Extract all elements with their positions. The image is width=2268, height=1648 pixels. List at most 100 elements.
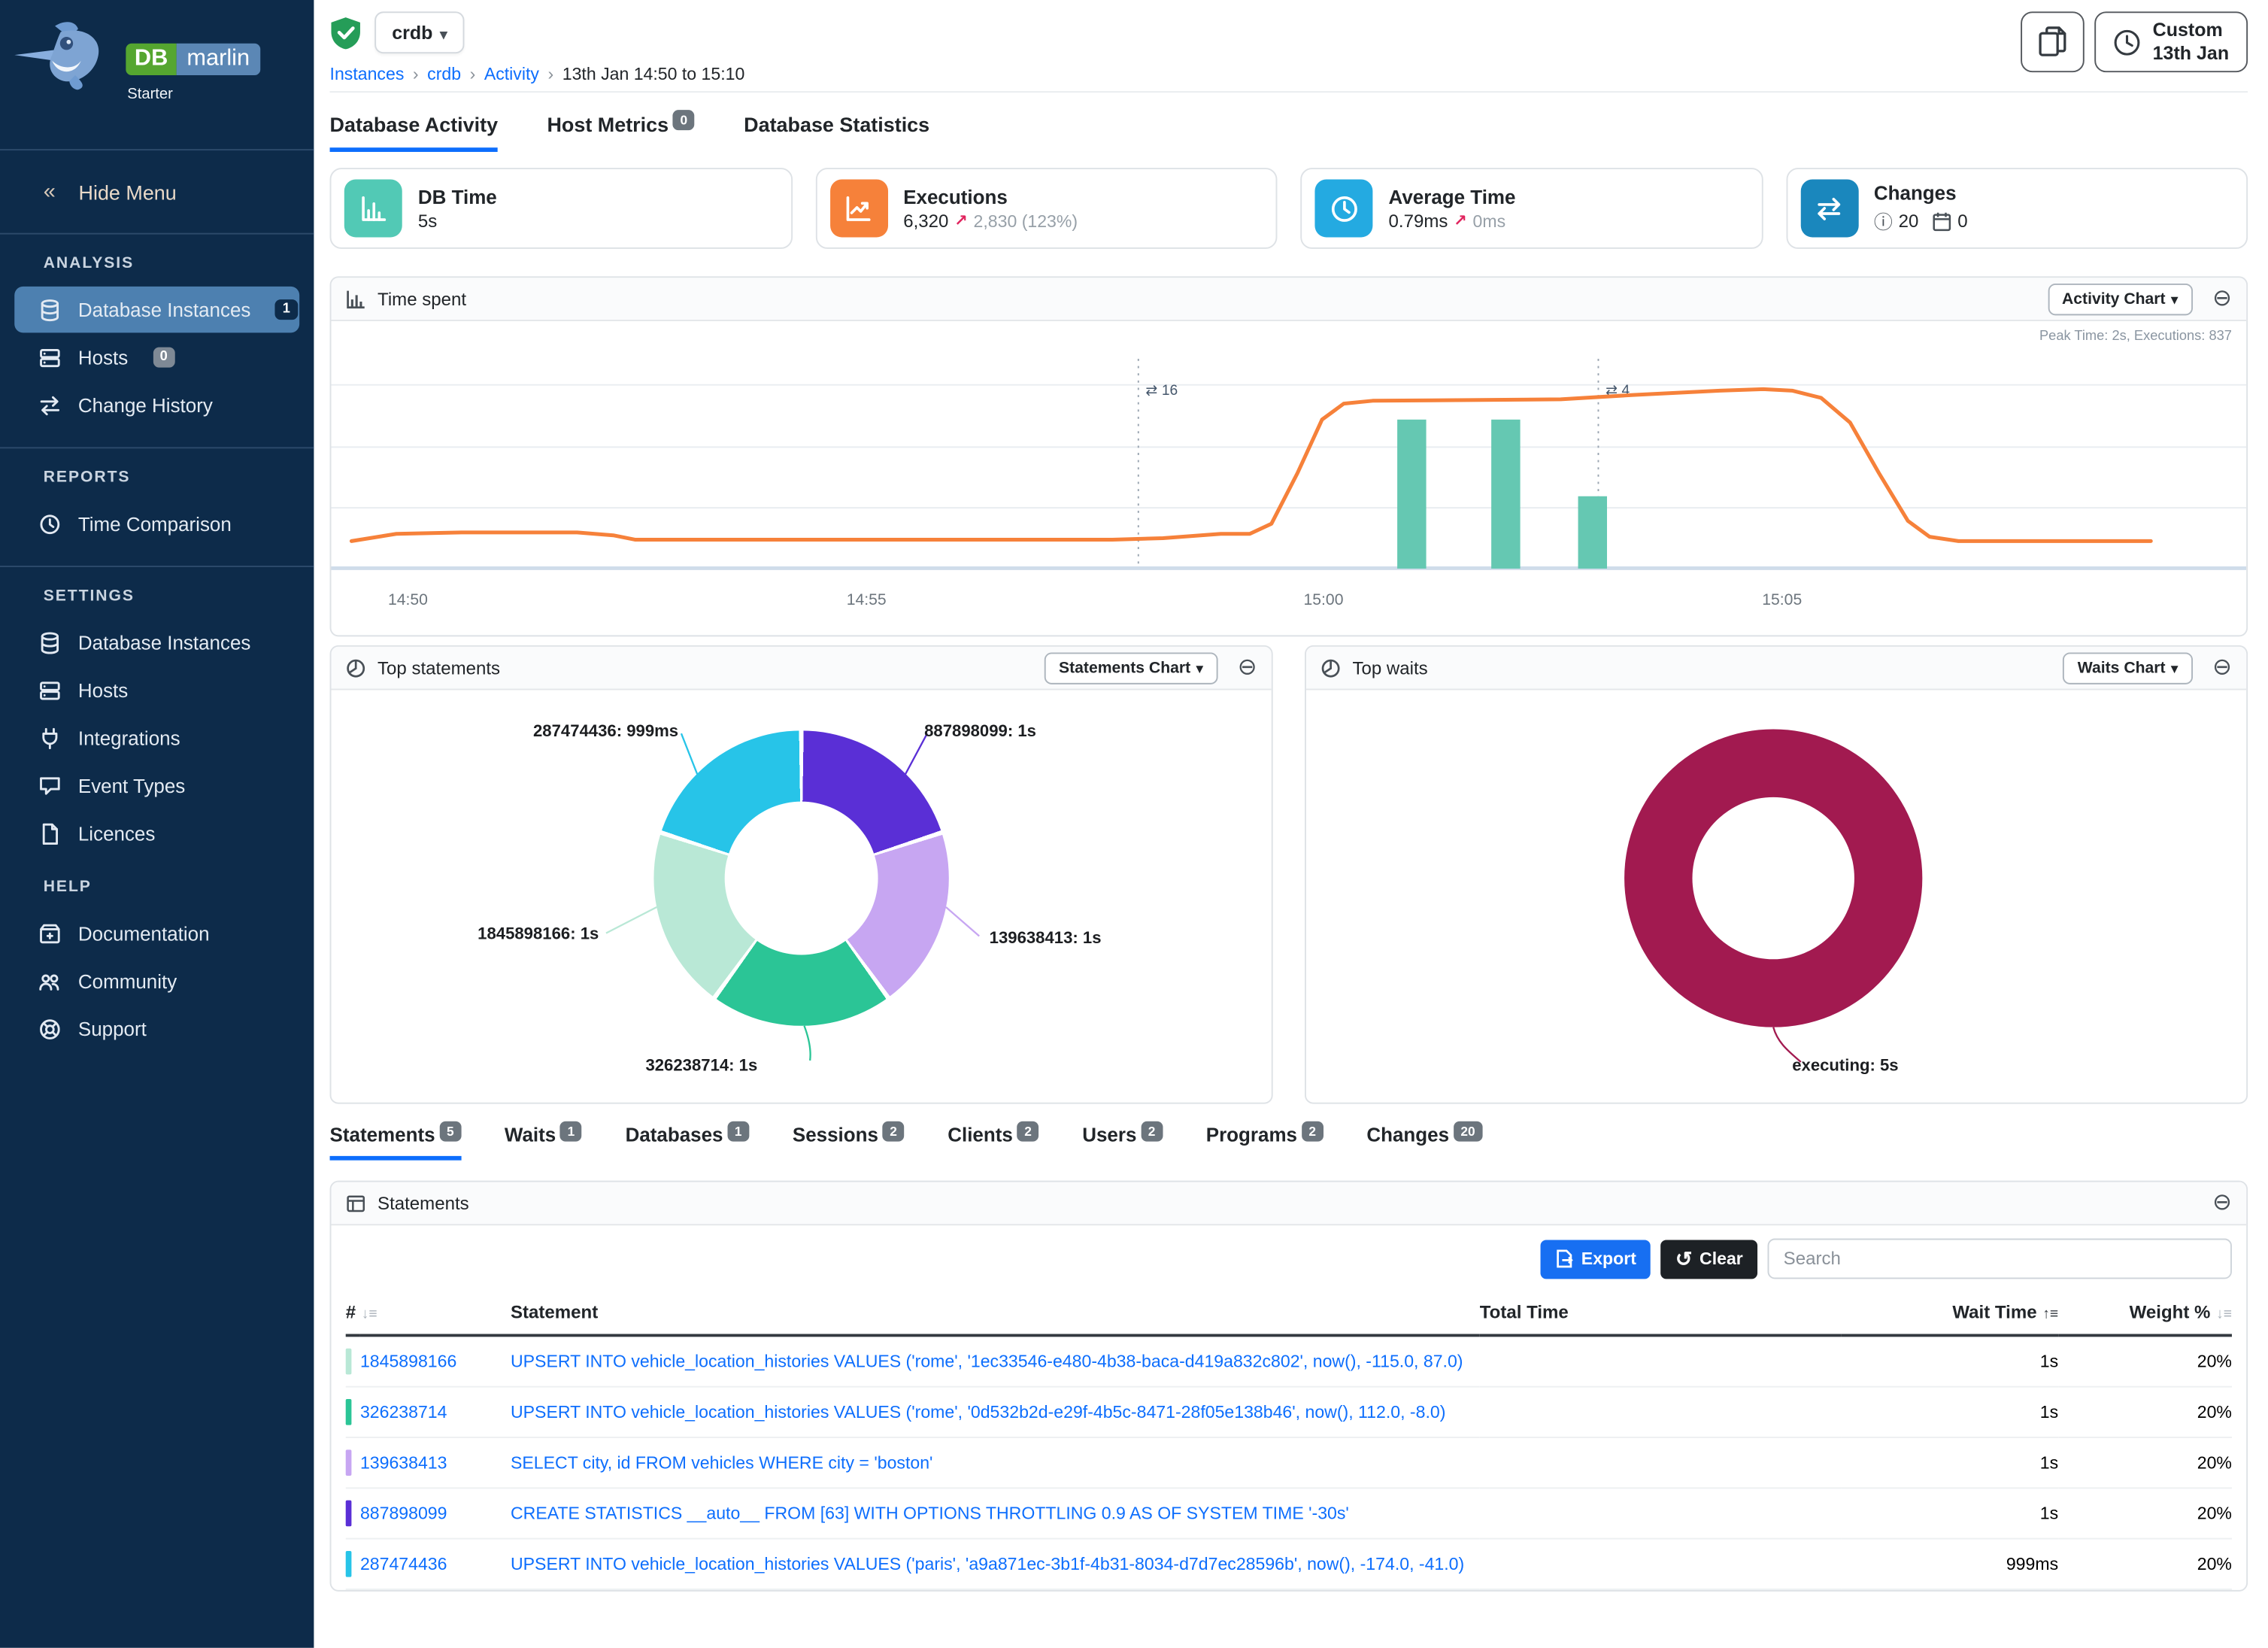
- metric-value: 6,320: [903, 211, 948, 231]
- tab-database-activity[interactable]: Database Activity: [330, 113, 499, 152]
- tab-databases[interactable]: Databases1: [626, 1124, 750, 1161]
- tab-host-metrics[interactable]: Host Metrics0: [547, 113, 694, 152]
- community-icon: [38, 969, 62, 994]
- tab-label: Programs: [1206, 1124, 1297, 1146]
- tab-users[interactable]: Users2: [1082, 1124, 1163, 1161]
- sidebar-item-integrations[interactable]: Integrations: [14, 715, 299, 761]
- collapse-icon[interactable]: ⊖: [1238, 656, 1257, 679]
- time-range-button[interactable]: Custom13th Jan: [2095, 11, 2248, 72]
- column-header-total-time[interactable]: Total Time: [1480, 1294, 1842, 1336]
- sidebar-item-documentation[interactable]: Documentation: [14, 910, 299, 957]
- waits-chart-menu[interactable]: Waits Chart▾: [2063, 652, 2193, 684]
- chevron-down-icon: ▾: [440, 28, 447, 44]
- column-header-wait-time[interactable]: Wait Time↑≡: [1842, 1294, 2059, 1336]
- tab-programs[interactable]: Programs2: [1206, 1124, 1324, 1161]
- instance-selector[interactable]: crdb▾: [374, 11, 465, 53]
- tab-waits[interactable]: Waits1: [505, 1124, 582, 1161]
- statement-color-chip: [346, 1501, 352, 1527]
- statements-donut-chart[interactable]: 287474436: 999ms 887898099: 1s 184589816…: [331, 690, 1271, 1103]
- tab-statements[interactable]: Statements5: [330, 1124, 462, 1161]
- tab-changes[interactable]: Changes20: [1366, 1124, 1482, 1161]
- metric-title: Executions: [903, 186, 1078, 208]
- statement-link[interactable]: SELECT city, id FROM vehicles WHERE city…: [511, 1452, 932, 1473]
- clear-button[interactable]: ↺ Clear: [1661, 1239, 1757, 1278]
- statement-id-link[interactable]: 1845898166: [360, 1352, 456, 1372]
- sidebar-section-settings: SETTINGS Database Instances Hosts Integrati…: [0, 567, 314, 857]
- sidebar-item-hosts[interactable]: Hosts: [14, 667, 299, 714]
- sidebar-item-hosts[interactable]: Hosts0: [14, 334, 299, 381]
- statement-id-link[interactable]: 287474436: [360, 1554, 447, 1574]
- export-button[interactable]: Export: [1541, 1239, 1651, 1278]
- statements-panel: Statements ⊖ Export ↺ Clear #↓≡ St: [330, 1181, 2248, 1592]
- column-header-num[interactable]: #↓≡: [346, 1294, 511, 1336]
- panel-title: Statements: [377, 1193, 469, 1213]
- top-tabs: Database Activity Host Metrics0 Database S…: [330, 93, 2248, 152]
- sidebar-item-support[interactable]: Support: [14, 1006, 299, 1052]
- waits-donut[interactable]: [1624, 729, 1922, 1027]
- breadcrumb-activity[interactable]: Activity: [484, 64, 539, 84]
- sidebar-section-reports: REPORTSTime Comparison: [0, 448, 314, 547]
- section-title: SETTINGS: [0, 587, 314, 605]
- waits-donut-chart[interactable]: executing: 5s: [1306, 690, 2246, 1103]
- sidebar-item-change-history[interactable]: Change History: [14, 382, 299, 429]
- sidebar-section-help: HELPDocumentationCommunitySupport: [0, 858, 314, 1052]
- statement-id-link[interactable]: 887898099: [360, 1504, 447, 1524]
- trend-up-icon: ↗: [954, 211, 968, 230]
- statement-link[interactable]: UPSERT INTO vehicle_location_histories V…: [511, 1402, 1445, 1422]
- calendar-icon: [1933, 211, 1952, 231]
- table-header-row: #↓≡ Statement Total Time Wait Time↑≡ Wei…: [346, 1294, 2232, 1336]
- sidebar-item-label: Database Instances: [78, 299, 251, 320]
- sidebar-item-event-types[interactable]: Event Types: [14, 763, 299, 809]
- sidebar-item-database-instances[interactable]: Database Instances: [14, 619, 299, 666]
- svg-text:⇄ 16: ⇄ 16: [1145, 383, 1178, 399]
- statement-link[interactable]: CREATE STATISTICS __auto__ FROM [63] WIT…: [511, 1504, 1349, 1524]
- sidebar-item-licences[interactable]: Licences: [14, 810, 299, 857]
- tab-clients[interactable]: Clients2: [948, 1124, 1038, 1161]
- table-row: 139638413 SELECT city, id FROM vehicles …: [346, 1437, 2232, 1488]
- activity-chart-menu[interactable]: Activity Chart▾: [2048, 283, 2192, 314]
- breadcrumb-crdb[interactable]: crdb: [427, 64, 461, 84]
- activity-chart[interactable]: Peak Time: 2s, Executions: 837 ⇄ 16⇄ 414…: [331, 321, 2246, 635]
- brand-logo: DBmarlin: [126, 44, 259, 75]
- undo-icon: ↺: [1675, 1246, 1693, 1271]
- sidebar-item-community[interactable]: Community: [14, 958, 299, 1004]
- statement-id-link[interactable]: 139638413: [360, 1452, 447, 1473]
- tab-database-statistics[interactable]: Database Statistics: [744, 113, 929, 152]
- tab-sessions[interactable]: Sessions2: [793, 1124, 905, 1161]
- sidebar-item-label: Event Types: [78, 775, 185, 797]
- copy-button[interactable]: [2021, 11, 2085, 72]
- sidebar: DBmarlin Starter « Hide Menu ANALYSISDat…: [0, 0, 314, 1648]
- column-header-weight[interactable]: Weight %↓≡: [2058, 1294, 2232, 1336]
- sidebar-item-database-instances[interactable]: Database Instances1: [14, 287, 299, 333]
- search-input[interactable]: [1768, 1239, 2232, 1279]
- statements-chart-menu[interactable]: Statements Chart▾: [1045, 652, 1217, 684]
- column-header-statement[interactable]: Statement: [511, 1294, 1480, 1336]
- statement-link[interactable]: UPSERT INTO vehicle_location_histories V…: [511, 1352, 1463, 1372]
- sidebar-item-time-comparison[interactable]: Time Comparison: [14, 501, 299, 548]
- sidebar-item-label: Hosts: [78, 679, 128, 701]
- breadcrumb-instances[interactable]: Instances: [330, 64, 405, 84]
- metric-cards: DB Time5s Executions6,320↗2,830 (123%) A…: [330, 168, 2248, 249]
- sidebar-item-label: Hosts: [78, 347, 128, 369]
- logo-area: DBmarlin Starter: [0, 0, 314, 150]
- database-icon: [38, 630, 62, 655]
- hide-menu-button[interactable]: « Hide Menu: [0, 150, 314, 235]
- tab-label: Changes: [1366, 1124, 1449, 1146]
- collapse-icon[interactable]: ⊖: [2212, 287, 2232, 311]
- collapse-icon[interactable]: ⊖: [2212, 1191, 2232, 1215]
- breadcrumb: Instances› crdb› Activity› 13th Jan 14:5…: [330, 64, 745, 84]
- statements-donut[interactable]: [653, 730, 948, 1025]
- tab-label: Sessions: [793, 1124, 878, 1146]
- peak-note: Peak Time: 2s, Executions: 837: [2039, 329, 2232, 344]
- wait-time-value: 999ms: [1842, 1539, 2059, 1589]
- table-row: 326238714 UPSERT INTO vehicle_location_h…: [346, 1387, 2232, 1437]
- count-badge: 2: [1302, 1121, 1324, 1142]
- collapse-icon[interactable]: ⊖: [2212, 656, 2232, 679]
- statement-link[interactable]: UPSERT INTO vehicle_location_histories V…: [511, 1554, 1464, 1574]
- weight-value: 20%: [2058, 1387, 2232, 1437]
- sidebar-item-label: Licences: [78, 823, 156, 845]
- calendar-count: 0: [1957, 211, 1967, 231]
- statement-id-link[interactable]: 326238714: [360, 1402, 447, 1422]
- breadcrumb-separator: ›: [470, 64, 476, 84]
- support-icon: [38, 1016, 62, 1041]
